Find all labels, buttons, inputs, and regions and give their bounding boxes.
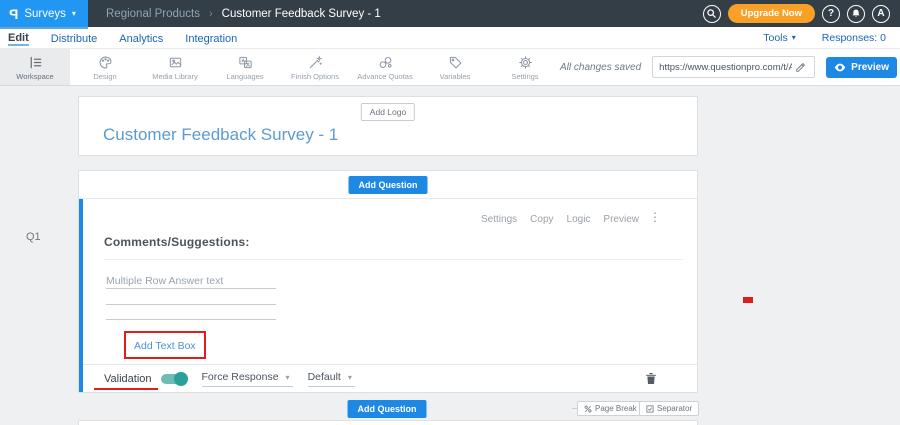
question-number-label: Q1 bbox=[26, 231, 41, 243]
default-dropdown[interactable]: Default ▾ bbox=[308, 371, 355, 387]
tab-distribute[interactable]: Distribute bbox=[51, 31, 97, 45]
separator-checkbox-icon bbox=[646, 405, 654, 413]
add-text-box-link[interactable]: Add Text Box bbox=[134, 340, 196, 352]
top-bar: P Surveys ▾ Regional Products › Customer… bbox=[0, 0, 900, 27]
answer-row-1[interactable] bbox=[106, 288, 276, 289]
question-block: Settings Copy Logic Preview ⋮ Comments/S… bbox=[79, 199, 697, 392]
add-logo-button[interactable]: Add Logo bbox=[361, 103, 415, 121]
questionpro-logo-icon: P bbox=[9, 7, 18, 21]
breadcrumb: Regional Products › Customer Feedback Su… bbox=[106, 8, 381, 20]
toolbar-item-design[interactable]: Design bbox=[70, 49, 140, 85]
tab-edit[interactable]: Edit bbox=[8, 30, 29, 46]
answer-row-2[interactable] bbox=[106, 304, 276, 305]
toolbar-item-languages[interactable]: Languages bbox=[210, 49, 280, 85]
editor-toolbar: Workspace Design Media Library Languages… bbox=[0, 48, 900, 86]
force-response-dropdown[interactable]: Force Response ▾ bbox=[202, 371, 293, 387]
surveys-product-menu[interactable]: P Surveys ▾ bbox=[0, 0, 88, 27]
toolbar-right: All changes saved Preview bbox=[560, 49, 900, 85]
breadcrumb-parent[interactable]: Regional Products bbox=[106, 8, 200, 20]
page-break-button[interactable]: Page Break bbox=[577, 401, 644, 416]
chevron-down-icon: ▾ bbox=[792, 34, 796, 42]
section-nav: Edit Distribute Analytics Integration To… bbox=[0, 27, 900, 48]
tab-analytics[interactable]: Analytics bbox=[119, 31, 163, 45]
chevron-down-icon: ▾ bbox=[286, 373, 290, 382]
magic-wand-icon bbox=[308, 55, 323, 70]
gear-icon bbox=[518, 55, 533, 70]
upgrade-now-button[interactable]: Upgrade Now bbox=[728, 4, 815, 23]
next-card-edge bbox=[78, 420, 698, 425]
toolbar-item-variables[interactable]: Variables bbox=[420, 49, 490, 85]
validation-label: Validation bbox=[104, 373, 152, 385]
question-text-underline bbox=[104, 259, 683, 260]
add-question-row-top: Add Question bbox=[79, 171, 697, 199]
survey-url-box bbox=[652, 56, 815, 78]
topbar-actions: Upgrade Now ? A bbox=[703, 4, 900, 23]
survey-header-card: Add Logo Customer Feedback Survey - 1 bbox=[78, 96, 698, 156]
separator-button[interactable]: Separator bbox=[639, 401, 699, 416]
image-icon bbox=[168, 55, 183, 70]
validation-toggle[interactable] bbox=[161, 374, 187, 384]
toolbar-item-advance-quotas[interactable]: Advance Quotas bbox=[350, 49, 420, 85]
toolbar-item-finish-options[interactable]: Finish Options bbox=[280, 49, 350, 85]
survey-url-input[interactable] bbox=[659, 62, 792, 73]
search-icon bbox=[706, 8, 717, 19]
nav-right: Tools ▾ Responses: 0 bbox=[763, 32, 900, 44]
responses-count[interactable]: Responses: 0 bbox=[822, 32, 886, 44]
page-break-icon bbox=[584, 405, 592, 413]
question-text[interactable]: Comments/Suggestions: bbox=[104, 235, 250, 249]
search-button[interactable] bbox=[703, 5, 721, 23]
survey-title[interactable]: Customer Feedback Survey - 1 bbox=[103, 125, 338, 145]
add-text-box-highlight: Add Text Box bbox=[124, 331, 206, 359]
workspace-icon bbox=[28, 55, 43, 70]
question-card: Add Question Settings Copy Logic Preview… bbox=[78, 170, 698, 393]
question-footer: Validation Force Response ▾ Default ▾ bbox=[83, 364, 697, 392]
survey-editor-screen: P Surveys ▾ Regional Products › Customer… bbox=[0, 0, 900, 425]
breadcrumb-current: Customer Feedback Survey - 1 bbox=[222, 8, 381, 20]
preview-button[interactable]: Preview bbox=[826, 57, 897, 78]
breadcrumb-separator-icon: › bbox=[209, 8, 213, 20]
toolbar-item-settings[interactable]: Settings bbox=[490, 49, 560, 85]
toolbar-item-media-library[interactable]: Media Library bbox=[140, 49, 210, 85]
preview-label: Preview bbox=[851, 62, 889, 73]
question-actions: Settings Copy Logic Preview bbox=[481, 214, 639, 225]
toolbar-item-workspace[interactable]: Workspace bbox=[0, 49, 70, 85]
links-icon bbox=[378, 55, 393, 70]
answer-row-3[interactable] bbox=[106, 319, 276, 320]
page-break-label: Page Break bbox=[595, 404, 637, 413]
add-question-button-bottom[interactable]: Add Question bbox=[348, 400, 427, 418]
question-logic-link[interactable]: Logic bbox=[567, 214, 591, 225]
notifications-button[interactable] bbox=[847, 5, 865, 23]
force-response-value: Force Response bbox=[202, 371, 279, 383]
question-settings-link[interactable]: Settings bbox=[481, 214, 517, 225]
chevron-down-icon: ▾ bbox=[72, 10, 76, 18]
question-preview-link[interactable]: Preview bbox=[603, 214, 639, 225]
help-button[interactable]: ? bbox=[822, 5, 840, 23]
surveys-menu-label: Surveys bbox=[24, 8, 66, 20]
translate-icon bbox=[238, 55, 253, 70]
tag-icon bbox=[448, 55, 463, 70]
chevron-down-icon: ▾ bbox=[348, 373, 352, 382]
more-options-icon[interactable]: ⋮ bbox=[649, 211, 661, 223]
nav-accent-bar bbox=[0, 27, 88, 29]
edit-pencil-icon[interactable] bbox=[795, 62, 806, 73]
tab-integration[interactable]: Integration bbox=[185, 31, 237, 45]
trash-icon bbox=[645, 372, 657, 385]
delete-question-button[interactable] bbox=[645, 372, 657, 385]
tools-dropdown[interactable]: Tools ▾ bbox=[763, 32, 796, 44]
red-annotation-mark bbox=[743, 297, 753, 303]
account-avatar[interactable]: A bbox=[872, 5, 890, 23]
eye-icon bbox=[834, 63, 846, 72]
autosave-status: All changes saved bbox=[560, 62, 641, 73]
separator-label: Separator bbox=[657, 404, 692, 413]
tools-label: Tools bbox=[763, 32, 788, 44]
add-question-button-top[interactable]: Add Question bbox=[349, 176, 428, 194]
default-value: Default bbox=[308, 371, 341, 383]
palette-icon bbox=[98, 55, 113, 70]
answer-row-placeholder: Multiple Row Answer text bbox=[106, 275, 223, 287]
question-copy-link[interactable]: Copy bbox=[530, 214, 553, 225]
bell-icon bbox=[851, 8, 861, 19]
validation-highlight-underline bbox=[94, 388, 158, 391]
toggle-knob bbox=[174, 372, 188, 386]
